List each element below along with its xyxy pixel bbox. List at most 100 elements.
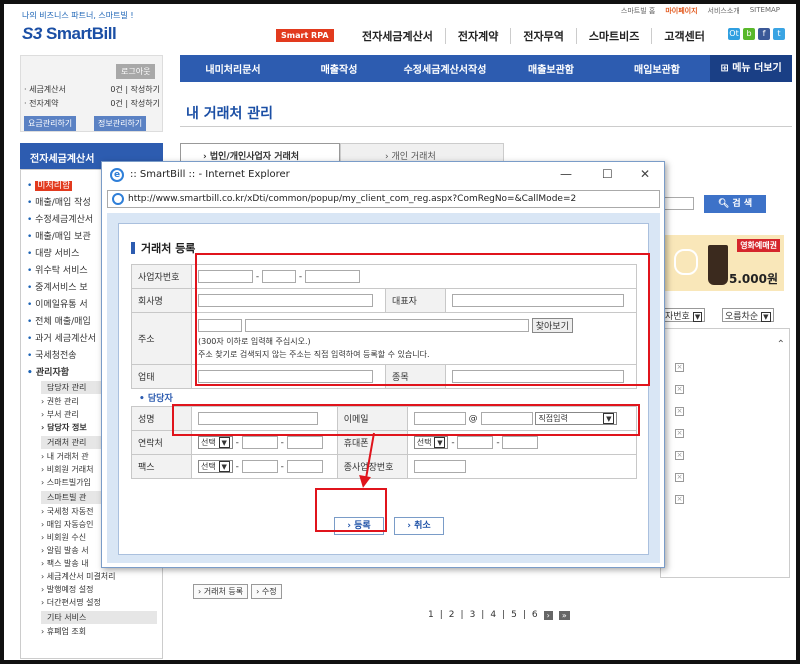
logo[interactable]: S3 SmartBill [22,24,117,44]
sub-nts-auto[interactable]: 국세청 자동전 [41,506,94,517]
cancel-button[interactable]: › 취소 [394,517,444,535]
page-link[interactable]: 4 [490,610,496,620]
mobile-mid-input[interactable] [457,436,494,449]
menu-pending[interactable]: 미처리함 [27,178,73,191]
sub-my-client[interactable]: 내 거래처 관 [41,451,89,462]
page-link[interactable]: 6 [532,610,538,620]
delete-icon[interactable]: × [675,407,684,416]
page-link[interactable]: 5 [511,610,517,620]
menu-email[interactable]: 이메일유통 서 [27,297,88,310]
select-value: 선택 [416,438,432,447]
menu-write[interactable]: 매출/매입 작성 [27,195,91,208]
gnb-smartbiz[interactable]: 스마트비즈 [577,28,653,44]
menu-relay[interactable]: 중계서비스 보 [27,280,88,293]
search-button[interactable]: 🔍︎ 검 색 [704,195,766,213]
twitter-icon[interactable]: t [773,28,785,40]
scroll-up-icon[interactable]: ⌃ [777,339,785,350]
delete-icon[interactable]: × [675,385,684,394]
search-input[interactable] [664,197,694,210]
last-page-icon[interactable]: » [558,610,570,620]
branch-cell [406,454,638,479]
sub-alert[interactable]: 알림 발송 서 [41,545,89,556]
sub-manager-info[interactable]: 담당자 정보 [41,422,87,433]
menu-label: 미처리함 [35,181,73,191]
menu-bulk[interactable]: 대량 서비스 [27,246,79,259]
subnav-purchase-box[interactable]: 매입보관함 [604,61,710,76]
menu-nts[interactable]: 국세청전송 [27,348,76,361]
address-label: 주소 [131,312,192,365]
top-link-mypage[interactable]: 마이페이지 [665,6,697,16]
branch-number-input[interactable] [413,460,466,473]
delete-icon[interactable]: × [675,473,684,482]
annotation-register-box [315,488,387,532]
subnav-amend[interactable]: 수정세금계산서작성 [392,61,498,76]
next-page-icon[interactable]: › [543,610,553,620]
menu-amend[interactable]: 수정세금계산서 [27,212,93,225]
sub-permission[interactable]: 권한 관리 [41,396,79,407]
menu-past[interactable]: 과거 세금계산서 [27,331,96,344]
row-value[interactable]: 0건 | 작성하기 [110,98,160,109]
delete-icon[interactable]: × [675,451,684,460]
gnb-support[interactable]: 고객센터 [652,28,716,44]
menu-archive[interactable]: 매출/매입 보관 [27,229,91,242]
info-manage-button[interactable]: 정보관리하기 [94,116,147,131]
chevron-down-icon: ▼ [218,437,230,448]
gnb-trade[interactable]: 전자무역 [511,28,577,44]
top-link-intro[interactable]: 서비스소개 [708,6,740,16]
subnav-pending[interactable]: 내미처리문서 [180,61,286,76]
page-link[interactable]: 2 [449,610,455,620]
delete-icon[interactable]: × [675,429,684,438]
sub-nonmember-recv[interactable]: 비회원 수신 [41,532,86,543]
address-bar[interactable]: http://www.smartbill.co.kr/xDti/common/p… [107,190,660,208]
delete-icon[interactable]: × [675,363,684,372]
menu-more-button[interactable]: ⊞ 메뉴 더보기 [710,55,792,82]
row-value[interactable]: 0건 | 작성하기 [110,84,160,95]
page-sep: | [481,610,485,620]
client-edit-button[interactable]: › 수정 [251,584,282,599]
client-register-button[interactable]: › 거래처 등록 [193,584,249,599]
subnav-sales-box[interactable]: 매출보관함 [498,61,604,76]
top-link-sitemap[interactable]: SITEMAP [750,6,780,16]
sub-purchase-auto[interactable]: 매입 자동승인 [41,519,94,530]
blog-icon[interactable]: Ot [728,28,740,40]
smart-rpa-badge[interactable]: Smart RPA [276,29,334,42]
sub-unresolved[interactable]: 세금계산서 미결처리 [41,571,116,582]
fax-prefix-select[interactable]: 선택 ▼ [198,460,233,473]
page-link[interactable]: 3 [470,610,476,620]
gnb-contract[interactable]: 전자계약 [446,28,512,44]
fax-last-input[interactable] [286,460,323,473]
mobile-prefix-select[interactable]: 선택 ▼ [413,436,449,449]
sub-fax[interactable]: 팩스 발송 내 [41,558,89,569]
menu-all[interactable]: 전체 매출/매입 [27,314,91,327]
fax-mid-input[interactable] [241,460,278,473]
sub-smartbill-join[interactable]: 스마트빌가입 [41,477,91,488]
gnb-tax-invoice[interactable]: 전자세금계산서 [350,28,446,44]
sub-scheduled[interactable]: 발행예정 설정 [41,584,94,595]
subnav-sales-write[interactable]: 매출작성 [286,61,392,76]
sort-field-select[interactable]: 자번호 [662,308,706,322]
top-link-home[interactable]: 스마트빌 홈 [621,6,655,16]
facebook-icon[interactable]: f [758,28,770,40]
close-icon[interactable]: ✕ [640,167,650,181]
fee-manage-button[interactable]: 요금관리하기 [24,116,77,131]
menu-admin[interactable]: 관리자함 [27,365,69,378]
delete-icon[interactable]: × [675,495,684,504]
promo-banner[interactable]: 영화예매권 5.000원 [664,235,784,291]
sub-easy-sign[interactable]: 더간편서명 설정 [41,597,101,608]
sub-nonmember-client[interactable]: 비회원 거래처 [41,464,94,475]
band-icon[interactable]: b [743,28,755,40]
annotation-contact-box [172,404,640,436]
logout-button[interactable]: 로그아웃 [116,64,156,79]
phone-prefix-select[interactable]: 선택 ▼ [198,436,233,449]
phone-last-input[interactable] [286,436,323,449]
sub-department[interactable]: 부서 관리 [41,409,79,420]
minimize-icon[interactable]: — [560,167,572,181]
top-links: 스마트빌 홈 마이페이지 서비스소개 SITEMAP [621,6,780,16]
sub-closure-lookup[interactable]: 휴폐업 조회 [41,626,86,637]
page-link[interactable]: 1 [428,610,434,620]
sort-order-select[interactable]: 오름차순 [722,308,774,322]
maximize-icon[interactable]: ☐ [602,167,613,181]
phone-mid-input[interactable] [241,436,278,449]
mobile-last-input[interactable] [502,436,539,449]
menu-consign[interactable]: 위수탁 서비스 [27,263,88,276]
